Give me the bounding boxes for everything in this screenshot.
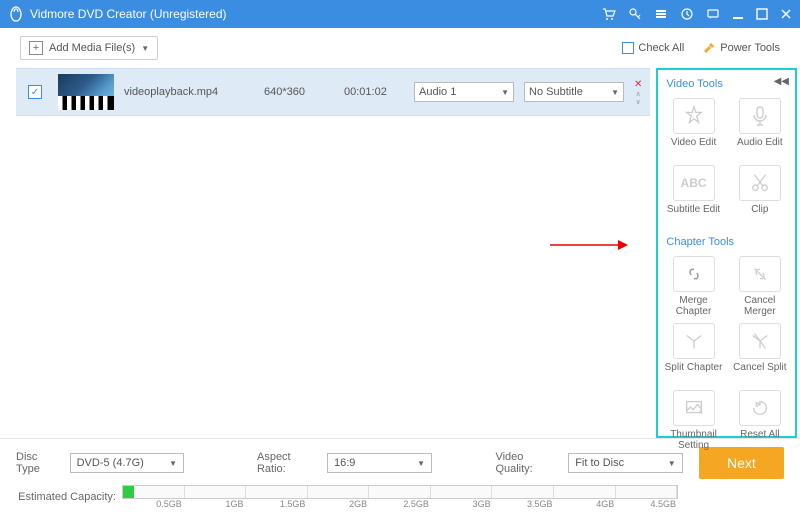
capacity-tick: 2GB: [307, 499, 369, 509]
titlebar: Vidmore DVD Creator (Unregistered): [0, 0, 800, 28]
video-tools-title: Video Tools: [666, 78, 787, 90]
capacity-tick: 2.5GB: [369, 499, 431, 509]
capacity-tick: 4.5GB: [616, 499, 678, 509]
plus-icon: +: [29, 41, 43, 55]
disc-type-select[interactable]: DVD-5 (4.7G)▼: [70, 453, 185, 473]
media-row[interactable]: ✓ videoplayback.mp4 640*360 00:01:02 Aud…: [16, 68, 650, 116]
chapter-tools-title: Chapter Tools: [666, 236, 787, 248]
cart-icon[interactable]: [602, 7, 616, 21]
capacity-label: Estimated Capacity:: [16, 491, 116, 503]
video-edit-tool[interactable]: Video Edit: [662, 96, 724, 161]
annotation-arrow-icon: [550, 238, 630, 252]
resolution: 640*360: [264, 86, 334, 98]
check-all-toggle[interactable]: Check All: [622, 42, 684, 54]
minimize-icon[interactable]: [732, 8, 744, 20]
split-chapter-tool[interactable]: Split Chapter: [662, 321, 724, 386]
video-quality-select[interactable]: Fit to Disc▼: [568, 453, 683, 473]
audio-value: Audio 1: [419, 86, 456, 98]
add-media-label: Add Media File(s): [49, 42, 135, 54]
cancel-split-tool[interactable]: Cancel Split: [729, 321, 791, 386]
add-media-button[interactable]: + Add Media File(s) ▼: [20, 36, 158, 60]
power-tools-label: Power Tools: [720, 42, 780, 54]
aspect-ratio-select[interactable]: 16:9▼: [327, 453, 432, 473]
capacity-tick: 1GB: [184, 499, 246, 509]
aspect-ratio-label: Aspect Ratio:: [257, 451, 319, 475]
chevron-down-icon: ▼: [501, 88, 509, 97]
tools-panel: ◀◀ Video Tools Video Edit Audio Edit ABC…: [656, 68, 797, 438]
capacity-tick: 0.5GB: [122, 499, 184, 509]
subtitle-edit-tool[interactable]: ABC Subtitle Edit: [662, 163, 724, 228]
capacity-tick: 3GB: [431, 499, 493, 509]
remove-icon[interactable]: ✕: [634, 79, 642, 90]
file-name: videoplayback.mp4: [124, 86, 254, 98]
menu-icon[interactable]: [654, 7, 668, 21]
history-icon[interactable]: [680, 7, 694, 21]
app-logo-icon: [8, 6, 24, 22]
power-tools-button[interactable]: Power Tools: [702, 41, 780, 55]
toolbar: + Add Media File(s) ▼ Check All Power To…: [0, 28, 800, 68]
capacity-tick: 4GB: [554, 499, 616, 509]
collapse-icon[interactable]: ◀◀: [774, 76, 789, 87]
cancel-merge-tool[interactable]: Cancel Merger: [729, 254, 791, 319]
audio-edit-tool[interactable]: Audio Edit: [729, 96, 791, 161]
row-checkbox[interactable]: ✓: [28, 85, 42, 99]
close-icon[interactable]: [780, 8, 792, 20]
capacity-tick: 3.5GB: [493, 499, 555, 509]
chevron-down-icon: ▼: [611, 88, 619, 97]
check-all-label: Check All: [638, 42, 684, 54]
wrench-icon: [702, 41, 716, 55]
subtitle-select[interactable]: No Subtitle ▼: [524, 82, 624, 102]
duration: 00:01:02: [344, 86, 404, 98]
clip-tool[interactable]: Clip: [729, 163, 791, 228]
chevron-down-icon: ▼: [141, 44, 149, 53]
subtitle-value: No Subtitle: [529, 86, 583, 98]
key-icon[interactable]: [628, 7, 642, 21]
reset-all-tool[interactable]: Reset All: [729, 388, 791, 453]
window-title: Vidmore DVD Creator (Unregistered): [30, 7, 602, 21]
capacity-tick: 1.5GB: [246, 499, 308, 509]
feedback-icon[interactable]: [706, 7, 720, 21]
move-up-icon[interactable]: ∧: [636, 91, 641, 98]
video-quality-label: Video Quality:: [495, 451, 560, 475]
video-thumbnail[interactable]: [58, 74, 114, 110]
disc-type-label: Disc Type: [16, 451, 62, 475]
thumbnail-setting-tool[interactable]: Thumbnail Setting: [662, 388, 724, 453]
checkbox-icon: [622, 42, 634, 54]
audio-select[interactable]: Audio 1 ▼: [414, 82, 514, 102]
capacity-bar: [122, 485, 678, 499]
media-list: ✓ videoplayback.mp4 640*360 00:01:02 Aud…: [16, 68, 650, 438]
maximize-icon[interactable]: [756, 8, 768, 20]
merge-chapter-tool[interactable]: Merge Chapter: [662, 254, 724, 319]
move-down-icon[interactable]: ∨: [636, 99, 641, 106]
